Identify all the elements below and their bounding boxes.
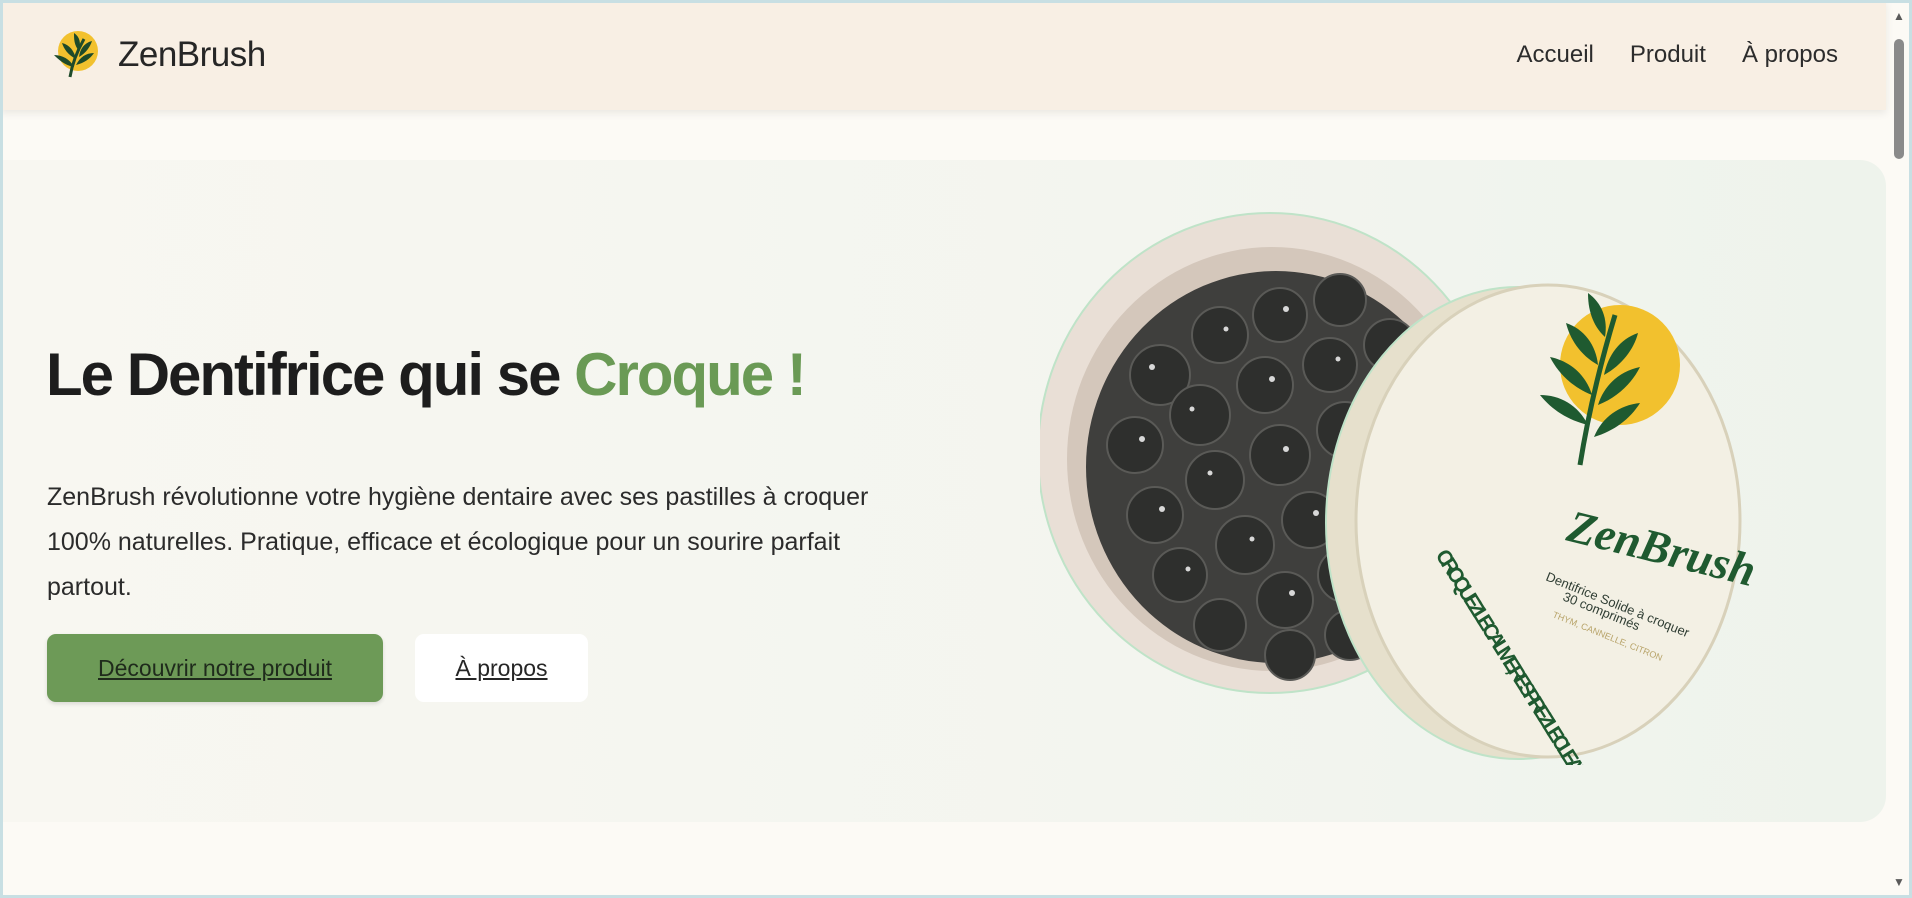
- scroll-thumb[interactable]: [1894, 39, 1904, 159]
- nav-a-propos[interactable]: À propos: [1742, 41, 1838, 69]
- page-scrollbar[interactable]: ▲ ▼: [1889, 3, 1909, 895]
- hero-title-accent: Croque !: [574, 341, 807, 408]
- discover-product-button[interactable]: Découvrir notre produit: [47, 634, 383, 702]
- product-image: ZenBrush Dentifrice Solide à croquer 30 …: [1040, 212, 1761, 765]
- brand-name: ZenBrush: [118, 35, 266, 74]
- nav-produit[interactable]: Produit: [1630, 41, 1706, 69]
- about-button[interactable]: À propos: [415, 634, 588, 702]
- hero-title-main: Le Dentifrice qui se: [46, 341, 575, 408]
- leaf-sun-icon: [54, 31, 98, 78]
- nav-accueil[interactable]: Accueil: [1517, 41, 1594, 69]
- brand[interactable]: ZenBrush: [48, 29, 266, 81]
- main-nav: Accueil Produit À propos: [1517, 41, 1838, 69]
- scroll-up-arrow-icon[interactable]: ▲: [1893, 9, 1905, 23]
- hero-title: Le Dentifrice qui se Croque !: [46, 340, 807, 409]
- scroll-down-arrow-icon[interactable]: ▼: [1893, 875, 1905, 889]
- hero-description: ZenBrush révolutionne votre hygiène dent…: [47, 483, 869, 601]
- site-header: ZenBrush Accueil Produit À propos: [0, 0, 1886, 110]
